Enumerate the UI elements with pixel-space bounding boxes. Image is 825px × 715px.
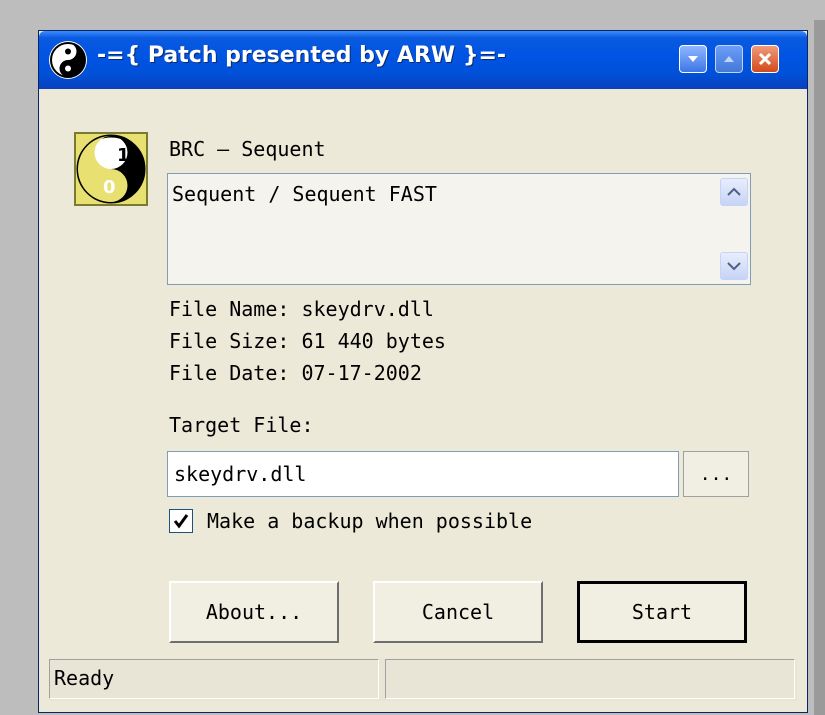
about-button[interactable]: About... (169, 581, 339, 643)
status-panel (385, 659, 795, 699)
badge-digit-zero: 0 (103, 177, 116, 198)
status-text: Ready (49, 659, 379, 699)
badge-digit-one: 1 (117, 145, 130, 166)
target-file-label: Target File: (169, 413, 314, 437)
backup-label[interactable]: Make a backup when possible (207, 509, 532, 533)
patch-badge-icon: 1 0 (73, 131, 149, 207)
title-bar[interactable]: -={ Patch presented by ARW }=- (39, 31, 807, 89)
file-size-info: File Size: 61 440 bytes (169, 329, 446, 353)
close-icon[interactable] (751, 45, 779, 73)
scroll-up-icon[interactable] (720, 178, 748, 206)
product-name: BRC – Sequent (169, 137, 326, 161)
maximize-icon[interactable] (715, 45, 743, 73)
description-text: Sequent / Sequent FAST (172, 182, 437, 206)
minimize-icon[interactable] (679, 45, 707, 73)
description-scrollbar[interactable] (718, 174, 750, 284)
backup-checkbox[interactable] (169, 509, 193, 533)
scroll-down-icon[interactable] (720, 252, 748, 280)
browse-button[interactable]: ... (683, 451, 749, 497)
file-name-info: File Name: skeydrv.dll (169, 297, 434, 321)
status-bar: Ready (49, 659, 797, 701)
yin-yang-icon (49, 41, 87, 79)
target-file-input[interactable] (167, 451, 679, 497)
cancel-button[interactable]: Cancel (373, 581, 543, 643)
background-shadow (814, 20, 825, 715)
start-button[interactable]: Start (577, 581, 747, 643)
file-date-info: File Date: 07-17-2002 (169, 361, 422, 385)
window-title: -={ Patch presented by ARW }=- (97, 43, 507, 68)
description-textbox[interactable]: Sequent / Sequent FAST (167, 173, 751, 285)
patch-dialog: -={ Patch presented by ARW }=- 1 0 BRC –… (38, 30, 808, 713)
checkmark-icon (173, 514, 189, 529)
